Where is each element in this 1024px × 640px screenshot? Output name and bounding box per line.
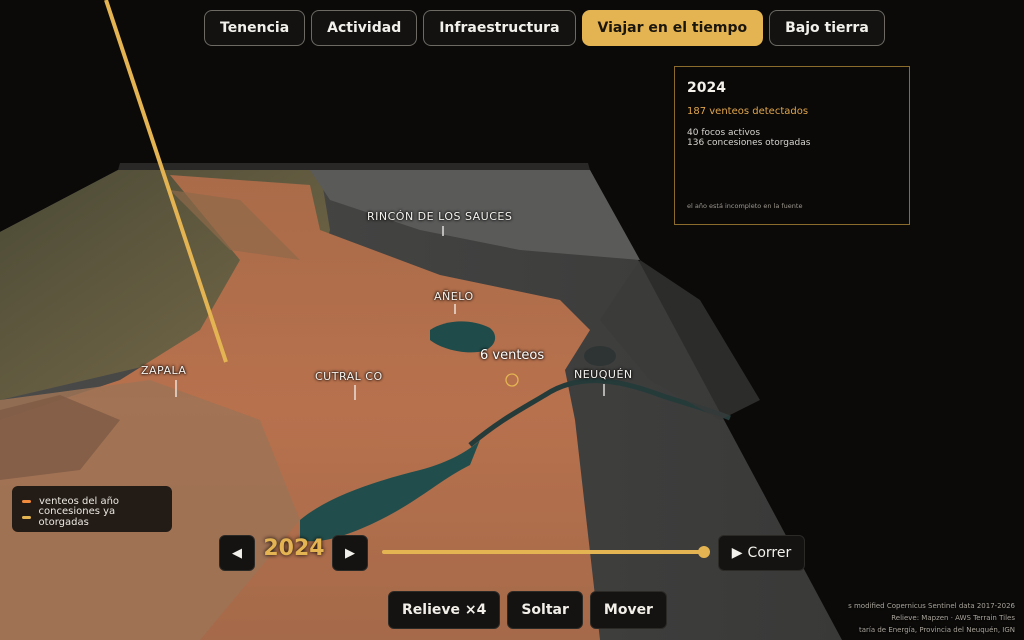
info-active-foci: 40 focos activos: [687, 128, 761, 138]
map-controls: Relieve ×4 Soltar Mover: [388, 591, 667, 629]
legend: venteos del año concesiones ya otorgadas: [12, 486, 172, 532]
info-detected: 187 venteos detectados: [687, 106, 809, 117]
info-concessions: 136 concesiones otorgadas: [687, 138, 811, 148]
legend-label: concesiones ya otorgadas: [38, 506, 116, 528]
place-label-cutral-co: CUTRAL CO: [315, 370, 383, 383]
previous-year-button[interactable]: ◀: [219, 535, 255, 571]
next-year-button[interactable]: ▶: [332, 535, 368, 571]
legend-label: venteos del año: [39, 495, 120, 507]
place-label-rincon: RINCÓN DE LOS SAUCES: [367, 210, 513, 223]
lake-neuquen: [584, 346, 616, 366]
attribution-line: Relieve: Mapzen · AWS Terrain Tiles: [891, 614, 1015, 622]
venteo-count-label: 6 venteos: [480, 348, 545, 363]
tab-actividad[interactable]: Actividad: [311, 10, 418, 46]
play-icon: ▶: [731, 545, 743, 561]
info-panel: 2024 187 venteos detectados 40 focos act…: [674, 66, 910, 225]
move-button[interactable]: Mover: [589, 591, 667, 629]
triangle-left-icon: ◀: [232, 545, 242, 561]
slider-thumb[interactable]: [698, 546, 710, 558]
legend-swatch: [22, 515, 31, 519]
triangle-right-icon: ▶: [345, 545, 355, 561]
tab-bajo-tierra[interactable]: Bajo tierra: [769, 10, 885, 46]
slider-track: [382, 550, 706, 554]
release-button[interactable]: Soltar: [507, 591, 583, 629]
run-button[interactable]: ▶ Correr: [718, 535, 805, 571]
info-year: 2024: [687, 80, 726, 96]
place-label-neuquen: NEUQUÉN: [574, 368, 633, 381]
tab-infraestructura[interactable]: Infraestructura: [423, 10, 576, 46]
mode-tabs: Tenencia Actividad Infraestructura Viaja…: [204, 10, 885, 46]
tab-viajar-en-el-tiempo[interactable]: Viajar en el tiempo: [581, 10, 764, 46]
run-label: Correr: [747, 545, 792, 561]
legend-item: concesiones ya otorgadas: [22, 506, 162, 528]
relief-button[interactable]: Relieve ×4: [388, 591, 501, 629]
year-slider[interactable]: [382, 546, 710, 558]
attribution-line: s modified Copernicus Sentinel data 2017…: [848, 602, 1015, 610]
tab-tenencia[interactable]: Tenencia: [204, 10, 306, 46]
info-note: el año está incompleto en la fuente: [687, 202, 803, 210]
plate-edge: [118, 163, 590, 170]
attribution-line: taría de Energía, Provincia del Neuquén,…: [858, 626, 1015, 634]
legend-swatch: [22, 499, 31, 503]
place-label-anelo: AÑELO: [434, 290, 474, 303]
place-label-zapala: ZAPALA: [141, 364, 187, 377]
attribution: s modified Copernicus Sentinel data 2017…: [848, 600, 1015, 636]
timeline-year: 2024: [263, 536, 325, 561]
